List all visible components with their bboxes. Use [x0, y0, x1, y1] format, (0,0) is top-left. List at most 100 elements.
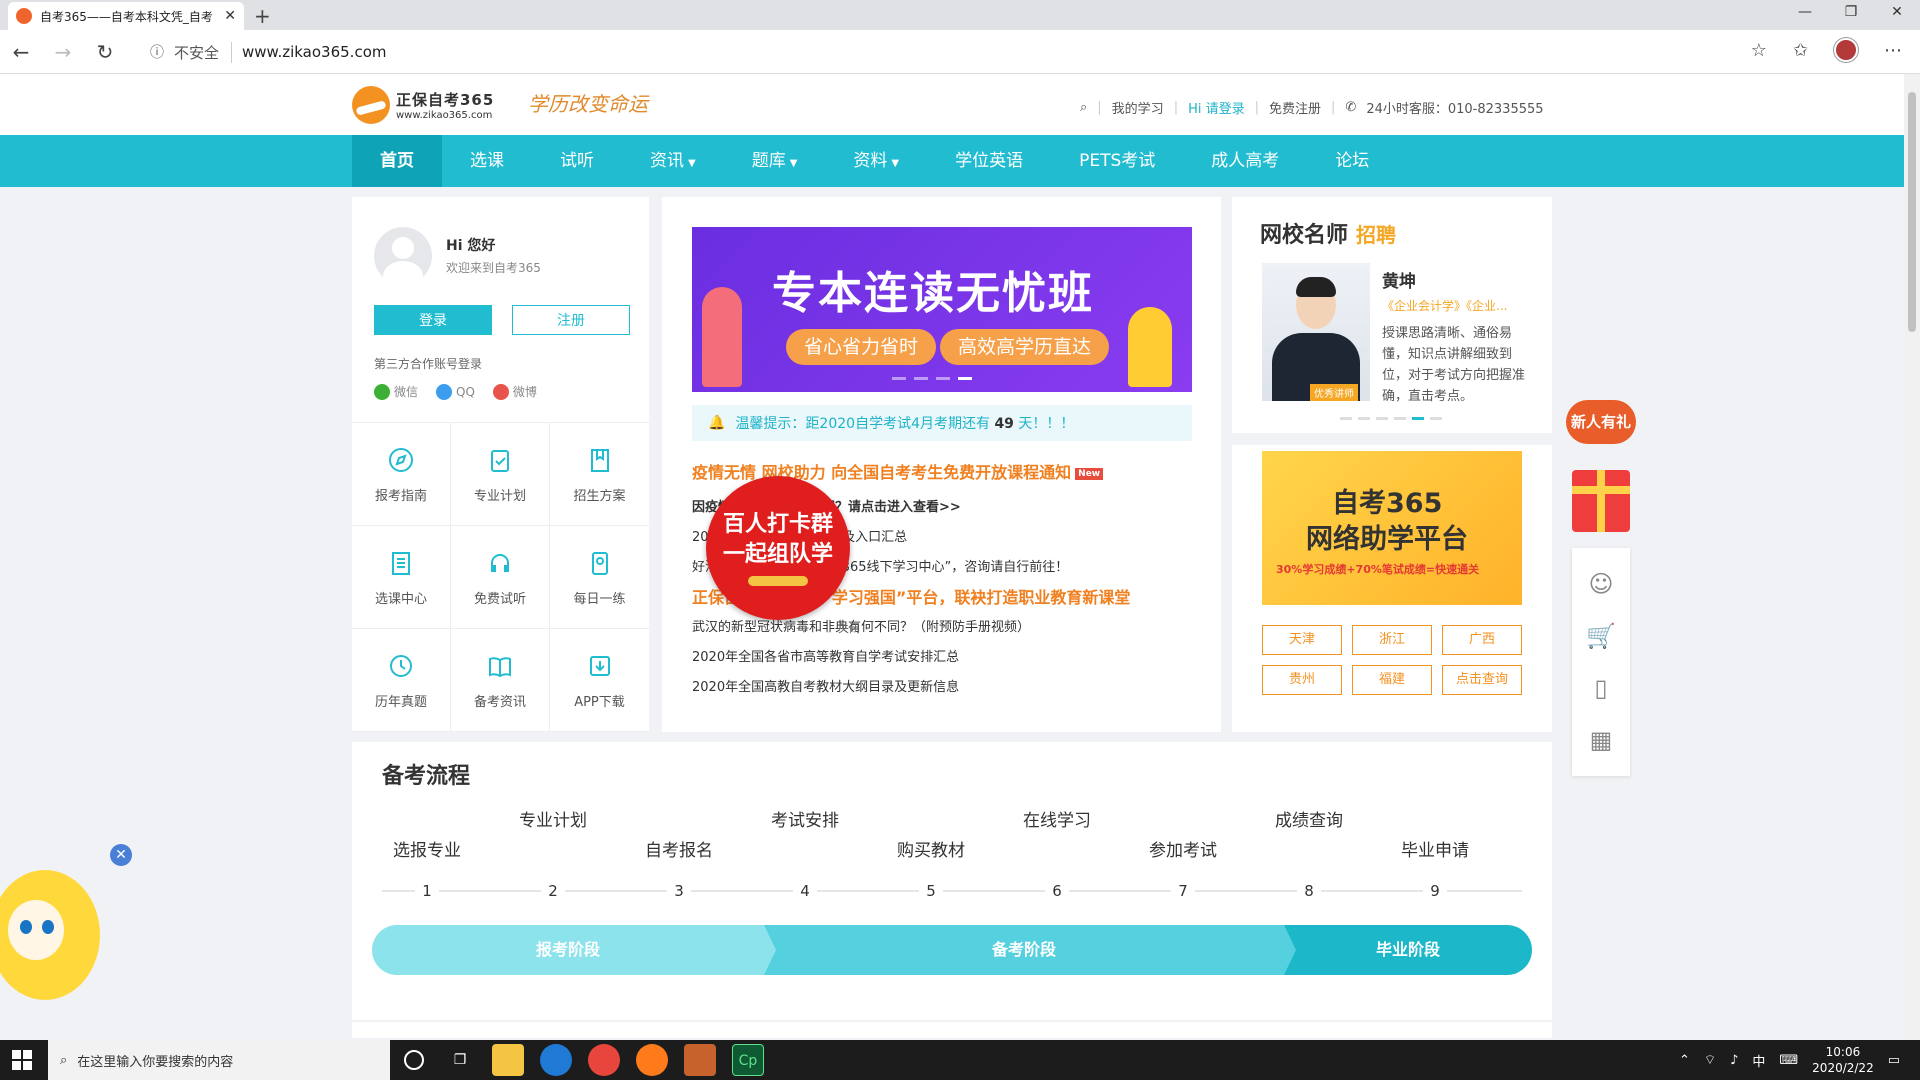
- promo-circle-ad[interactable]: 百人打卡群 一起组队学: [706, 476, 850, 620]
- reload-icon[interactable]: ↻: [84, 40, 126, 64]
- region-button[interactable]: 广西: [1442, 625, 1522, 655]
- app-icon-orange[interactable]: [684, 1044, 716, 1076]
- clock[interactable]: 10:06 2020/2/22: [1812, 1044, 1874, 1076]
- nav-item[interactable]: 学位英语: [927, 135, 1051, 187]
- nav-item[interactable]: PETS考试: [1051, 135, 1183, 187]
- new-user-gift-badge[interactable]: 新人有礼: [1566, 400, 1636, 444]
- login-link[interactable]: Hi 请登录: [1188, 98, 1245, 117]
- stage-apply[interactable]: 报考阶段: [372, 925, 776, 975]
- nav-item[interactable]: 资讯 ▼: [622, 135, 724, 187]
- third-party-login[interactable]: 微博: [492, 383, 537, 400]
- region-button[interactable]: 天津: [1262, 625, 1342, 655]
- info-icon[interactable]: ⓘ: [150, 42, 164, 62]
- tray-chevron-icon[interactable]: ⌃: [1679, 1053, 1690, 1068]
- region-button[interactable]: 浙江: [1352, 625, 1432, 655]
- window-close-button[interactable]: ✕: [1874, 0, 1920, 30]
- nav-item[interactable]: 资料 ▼: [825, 135, 927, 187]
- process-step-label: 选报专业: [393, 841, 461, 861]
- quick-link[interactable]: 报考指南: [352, 423, 451, 526]
- promo-join-button[interactable]: [748, 576, 808, 586]
- quick-link[interactable]: 历年真题: [352, 629, 451, 732]
- edge-icon[interactable]: [540, 1044, 572, 1076]
- gift-box-icon[interactable]: [1572, 470, 1630, 532]
- volume-icon[interactable]: ♪: [1730, 1053, 1738, 1068]
- new-badge: New: [1075, 467, 1104, 480]
- notice-text: 距2020自学考试4月考期还有: [805, 416, 990, 432]
- mobile-icon[interactable]: ▯: [1594, 674, 1607, 702]
- file-explorer-icon[interactable]: [492, 1044, 524, 1076]
- site-logo[interactable]: 正保自考365 www.zikao365.com: [352, 86, 494, 124]
- maximize-button[interactable]: ❐: [1828, 0, 1874, 30]
- cart-icon[interactable]: 🛒: [1586, 622, 1616, 650]
- url-field[interactable]: ⓘ 不安全 www.zikao365.com: [150, 36, 1750, 68]
- quick-link[interactable]: 招生方案: [550, 423, 649, 526]
- quick-link[interactable]: 每日一练: [550, 526, 649, 629]
- quick-link[interactable]: 选课中心: [352, 526, 451, 629]
- third-party-login[interactable]: QQ: [436, 383, 475, 400]
- banner-pagination[interactable]: [892, 377, 972, 380]
- login-button[interactable]: 登录: [374, 305, 492, 335]
- firefox-icon[interactable]: [636, 1044, 668, 1076]
- network-icon[interactable]: ⌔: [1704, 1052, 1716, 1068]
- captivate-icon[interactable]: Cp: [732, 1044, 764, 1076]
- minimize-button[interactable]: —: [1782, 0, 1828, 30]
- notifications-icon[interactable]: ▭: [1888, 1053, 1900, 1068]
- nav-item[interactable]: 首页: [352, 135, 442, 187]
- bee-mascot[interactable]: [0, 840, 120, 1010]
- search-icon[interactable]: ⌕: [1080, 100, 1087, 115]
- teacher-photo[interactable]: 优秀讲师: [1262, 263, 1370, 401]
- quick-link[interactable]: 备考资讯: [451, 629, 550, 732]
- open-book-icon: [489, 656, 511, 677]
- browser-tab[interactable]: 自考365——自考本科文凭_自考 ✕: [8, 2, 244, 30]
- region-button[interactable]: 贵州: [1262, 665, 1342, 695]
- stage-graduate[interactable]: 毕业阶段: [1284, 925, 1532, 975]
- keyboard-icon[interactable]: ⌨: [1779, 1053, 1798, 1068]
- forward-arrow-icon[interactable]: →: [42, 40, 84, 64]
- cortana-icon[interactable]: [404, 1050, 424, 1070]
- register-link[interactable]: 免费注册: [1269, 98, 1321, 117]
- task-view-icon[interactable]: ❐: [444, 1044, 476, 1076]
- register-button[interactable]: 注册: [512, 305, 630, 335]
- mascot-close-icon[interactable]: ✕: [110, 844, 132, 866]
- stage-prepare[interactable]: 备考阶段: [764, 925, 1296, 975]
- teacher-pagination[interactable]: [1340, 417, 1442, 420]
- quick-link[interactable]: 专业计划: [451, 423, 550, 526]
- platform-banner[interactable]: 自考365 网络助学平台 30%学习成绩+70%笔试成绩=快速通关: [1262, 451, 1522, 605]
- page-scrollbar[interactable]: [1904, 74, 1920, 1040]
- qrcode-icon[interactable]: ▦: [1590, 726, 1613, 754]
- nav-item[interactable]: 选课: [442, 135, 532, 187]
- news-headline-text[interactable]: 疫情无情 网校助力 向全国自考考生免费开放课程通知: [692, 463, 1071, 482]
- nav-item[interactable]: 题库 ▼: [724, 135, 826, 187]
- profile-avatar[interactable]: [1834, 38, 1858, 62]
- my-study-link[interactable]: 我的学习: [1112, 98, 1164, 117]
- nav-item[interactable]: 论坛: [1307, 135, 1397, 187]
- nav-item[interactable]: 成人高考: [1183, 135, 1307, 187]
- back-arrow-icon[interactable]: ←: [0, 40, 42, 64]
- favorites-icon[interactable]: ✩: [1793, 40, 1808, 61]
- recruit-link[interactable]: 招聘: [1356, 223, 1396, 247]
- quick-link[interactable]: APP下载: [550, 629, 649, 732]
- news-item[interactable]: 2020年全国高教自考教材大纲目录及更新信息: [692, 673, 1202, 703]
- quick-link[interactable]: 免费试听: [451, 526, 550, 629]
- teacher-name[interactable]: 黄坤: [1382, 267, 1416, 292]
- promo-banner[interactable]: 专本连读无忧班 省心省力省时 高效高学历直达: [692, 227, 1192, 392]
- more-menu-icon[interactable]: ⋯: [1884, 40, 1902, 61]
- region-button[interactable]: 点击查询: [1442, 665, 1522, 695]
- promo-close-link[interactable]: 关闭: [838, 620, 860, 636]
- news-item[interactable]: 2020年全国各省市高等教育自学考试安排汇总: [692, 643, 1202, 673]
- customer-service-icon[interactable]: ☺: [1588, 570, 1613, 598]
- ime-indicator[interactable]: 中: [1752, 1051, 1765, 1070]
- windows-start-icon[interactable]: [12, 1050, 32, 1070]
- teacher-courses[interactable]: 《企业会计学》《企业...: [1382, 297, 1507, 314]
- nav-item[interactable]: 试听: [532, 135, 622, 187]
- tab-close-icon[interactable]: ✕: [224, 8, 236, 24]
- scrollbar-thumb[interactable]: [1908, 92, 1916, 332]
- taskbar-search[interactable]: ⌕ 在这里输入你要搜索的内容: [48, 1040, 390, 1080]
- url-text[interactable]: www.zikao365.com: [242, 43, 386, 61]
- bookmark-star-icon[interactable]: ☆: [1751, 40, 1767, 61]
- third-party-login[interactable]: 微信: [374, 383, 418, 400]
- chrome-icon[interactable]: [588, 1044, 620, 1076]
- teacher-tag: 优秀讲师: [1310, 384, 1358, 401]
- new-tab-button[interactable]: +: [254, 4, 271, 28]
- region-button[interactable]: 福建: [1352, 665, 1432, 695]
